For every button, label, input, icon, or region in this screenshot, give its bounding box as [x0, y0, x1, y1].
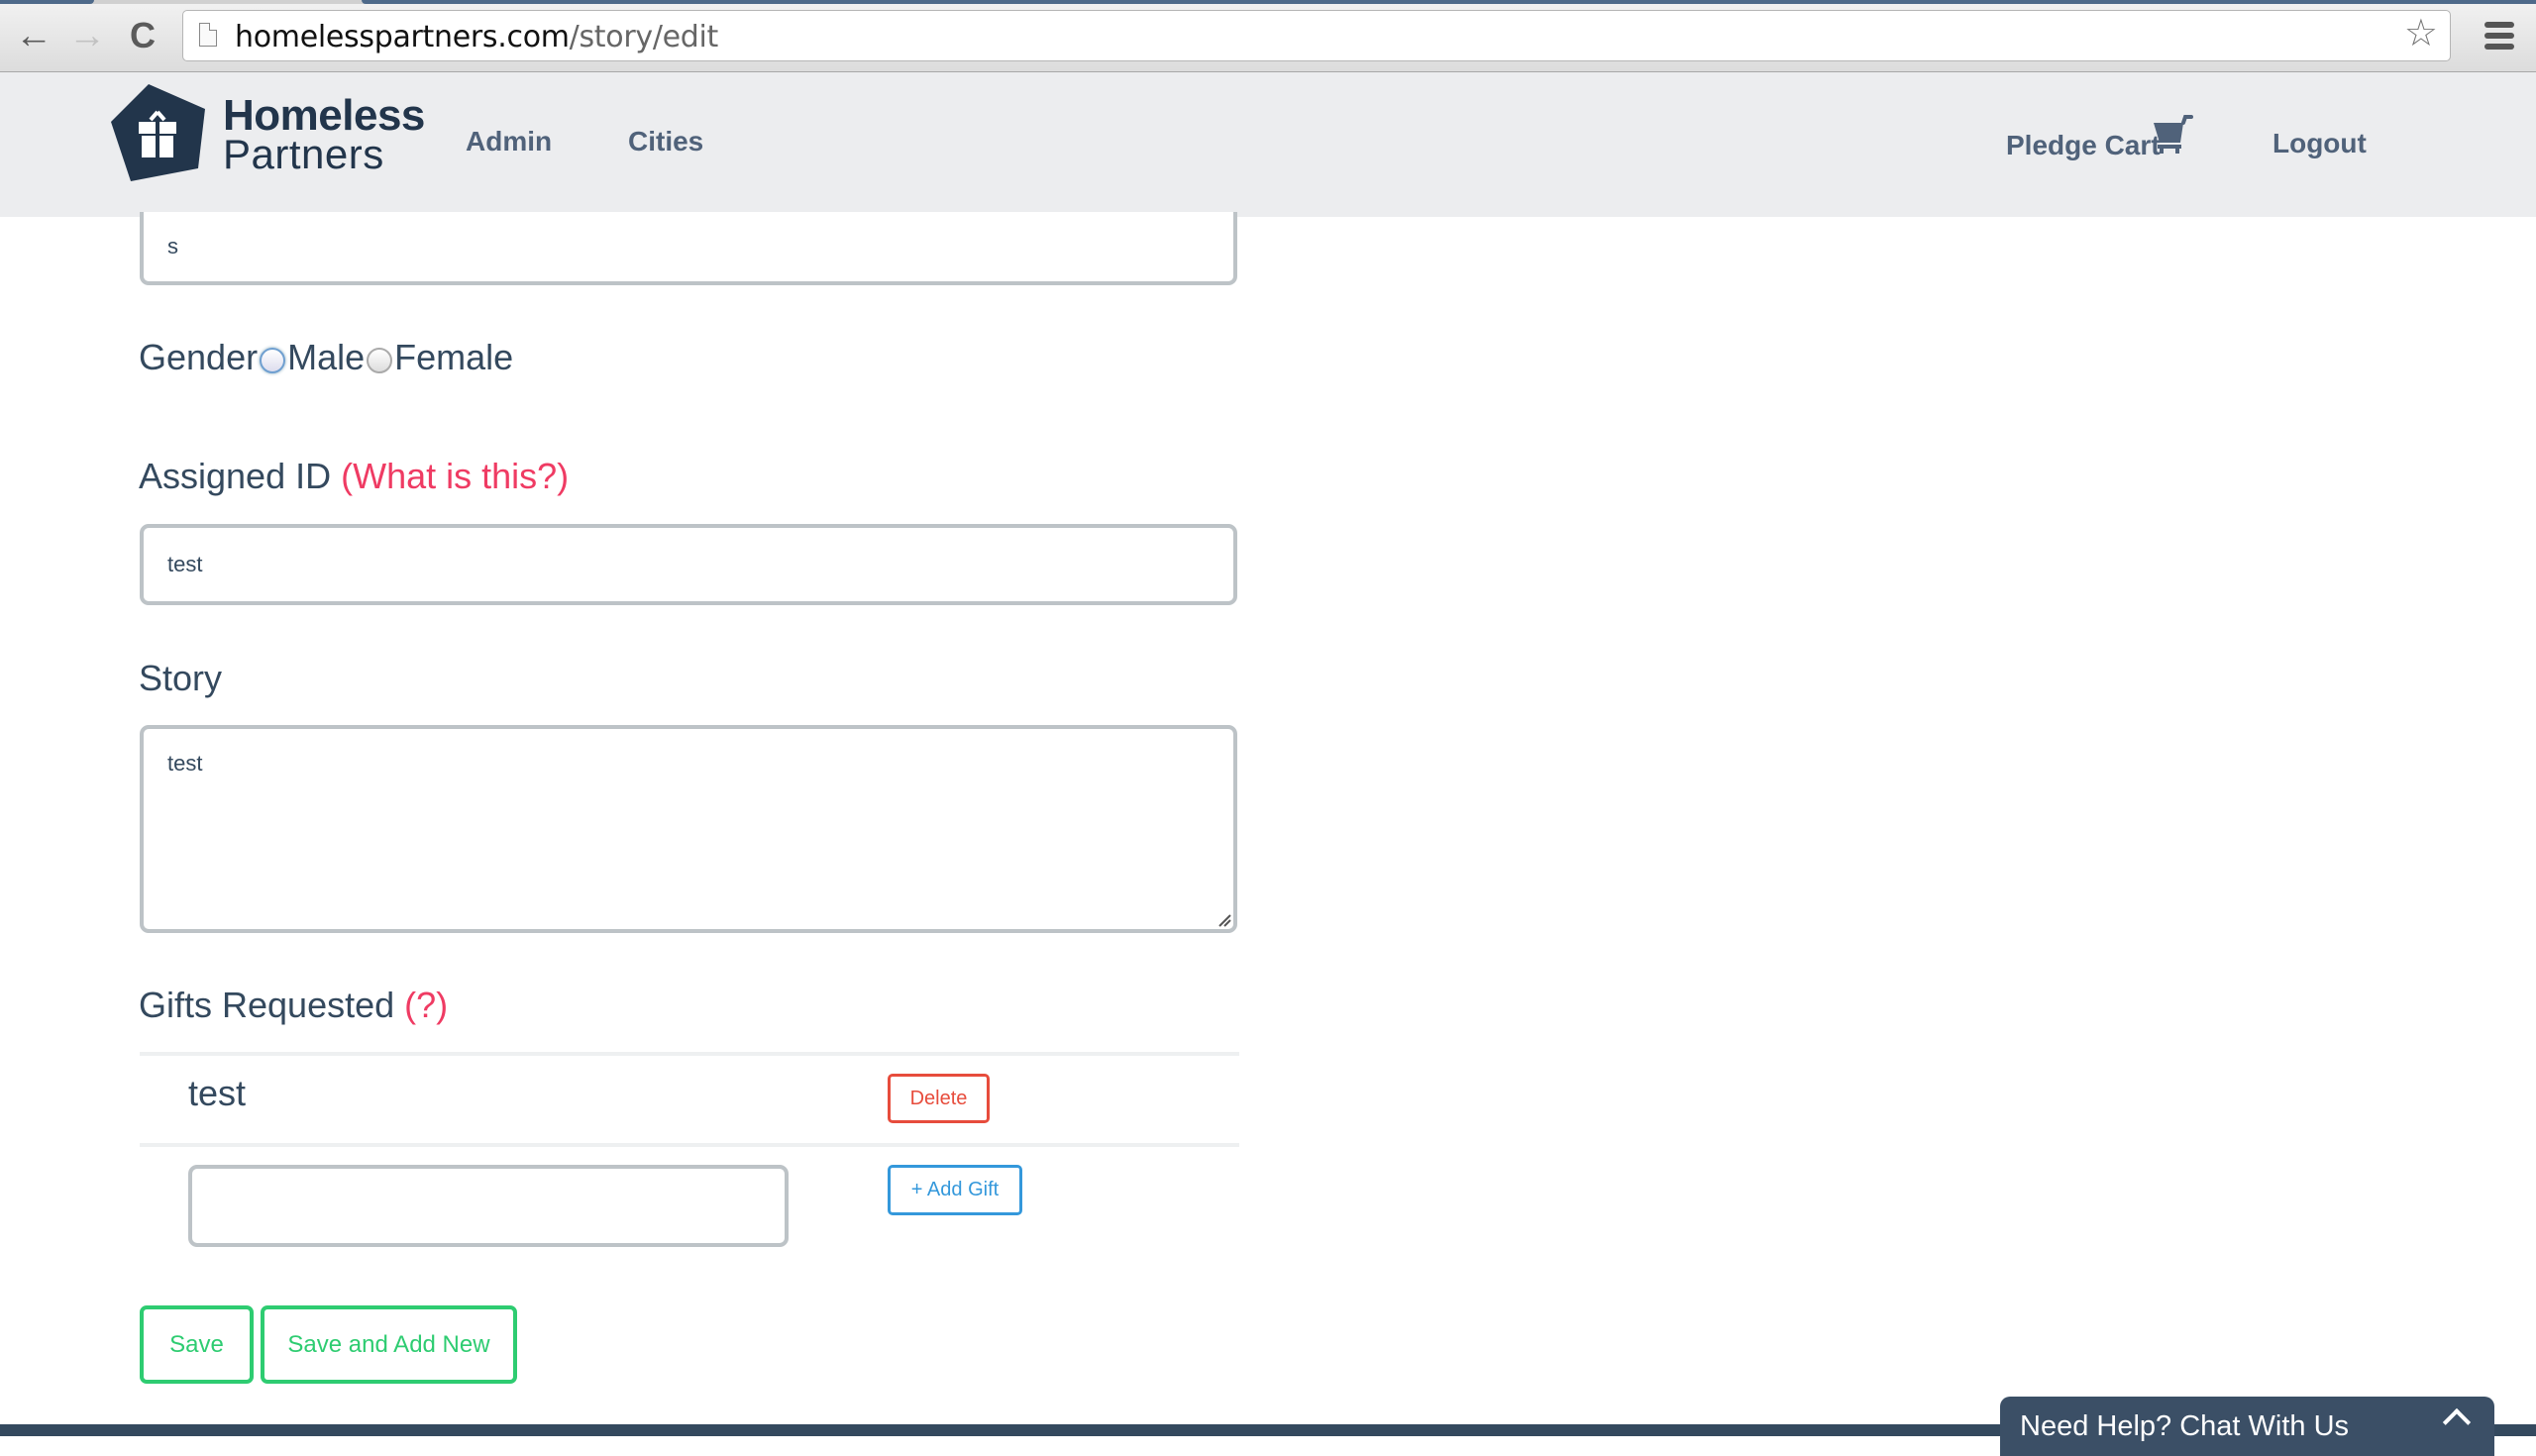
gifts-label: Gifts Requested	[139, 985, 395, 1025]
gender-group: Gender Male Female	[139, 337, 513, 378]
gift-item-name: test	[188, 1073, 247, 1113]
add-gift-button[interactable]: + Add Gift	[888, 1165, 1022, 1215]
save-and-add-new-button[interactable]: Save and Add New	[261, 1305, 517, 1384]
browser-toolbar: ← → C homelesspartners.com/story/edit ☆	[0, 0, 2536, 72]
gender-male-label[interactable]: Male	[287, 337, 365, 377]
resize-handle-icon[interactable]	[1215, 911, 1231, 927]
save-button[interactable]: Save	[140, 1305, 254, 1384]
nav-admin[interactable]: Admin	[466, 126, 552, 157]
address-bar[interactable]: homelesspartners.com/story/edit ☆	[182, 10, 2451, 61]
story-textarea[interactable]: test	[140, 725, 1237, 933]
logo-icon[interactable]	[111, 84, 210, 181]
back-icon[interactable]: ←	[12, 14, 55, 57]
nav-logout[interactable]: Logout	[2272, 128, 2367, 159]
cart-icon[interactable]	[2152, 115, 2193, 156]
chevron-up-icon[interactable]	[2442, 1407, 2472, 1437]
story-text: test	[167, 751, 203, 776]
assigned-id-label: Assigned ID	[139, 456, 332, 496]
gender-label: Gender	[139, 337, 259, 377]
site-navbar: Homeless Partners Admin Cities Pledge Ca…	[0, 72, 2536, 217]
chat-widget-label[interactable]: Need Help? Chat With Us	[2020, 1410, 2349, 1443]
bookmark-star-icon[interactable]: ☆	[2404, 15, 2438, 52]
story-label: Story	[139, 658, 223, 698]
assigned-id-help-link[interactable]: (What is this?)	[341, 456, 569, 496]
gifts-label-group: Gifts Requested (?)	[139, 985, 448, 1026]
page-icon	[199, 23, 217, 47]
forward-icon[interactable]: →	[65, 14, 109, 57]
gender-female-radio[interactable]	[367, 348, 393, 373]
url-domain: homelesspartners.com	[235, 20, 570, 54]
nav-cities[interactable]: Cities	[628, 126, 703, 157]
nav-pledge-cart[interactable]: Pledge Cart	[2006, 130, 2161, 161]
tab-strip	[0, 0, 2536, 4]
url-text[interactable]: homelesspartners.com/story/edit	[235, 20, 718, 54]
gender-male-radio[interactable]	[260, 348, 286, 373]
browser-menu-icon[interactable]	[2484, 22, 2514, 50]
delete-gift-button[interactable]: Delete	[888, 1074, 990, 1123]
brand-logo-text[interactable]: Homeless Partners	[223, 94, 425, 175]
assigned-id-input[interactable]: test	[140, 524, 1237, 605]
url-path: /story/edit	[569, 20, 719, 54]
assigned-id-label-group: Assigned ID (What is this?)	[139, 456, 569, 497]
gifts-divider-bottom	[140, 1143, 1239, 1147]
gifts-help-link[interactable]: (?)	[404, 985, 448, 1025]
chat-widget[interactable]: Need Help? Chat With Us	[2000, 1397, 2494, 1456]
gender-female-label[interactable]: Female	[394, 337, 513, 377]
top-text-field[interactable]: s	[140, 212, 1237, 285]
gifts-divider-top	[140, 1052, 1239, 1056]
new-gift-input[interactable]	[188, 1165, 789, 1247]
reload-icon[interactable]: C	[121, 14, 164, 57]
brand-line2: Partners	[223, 131, 384, 177]
